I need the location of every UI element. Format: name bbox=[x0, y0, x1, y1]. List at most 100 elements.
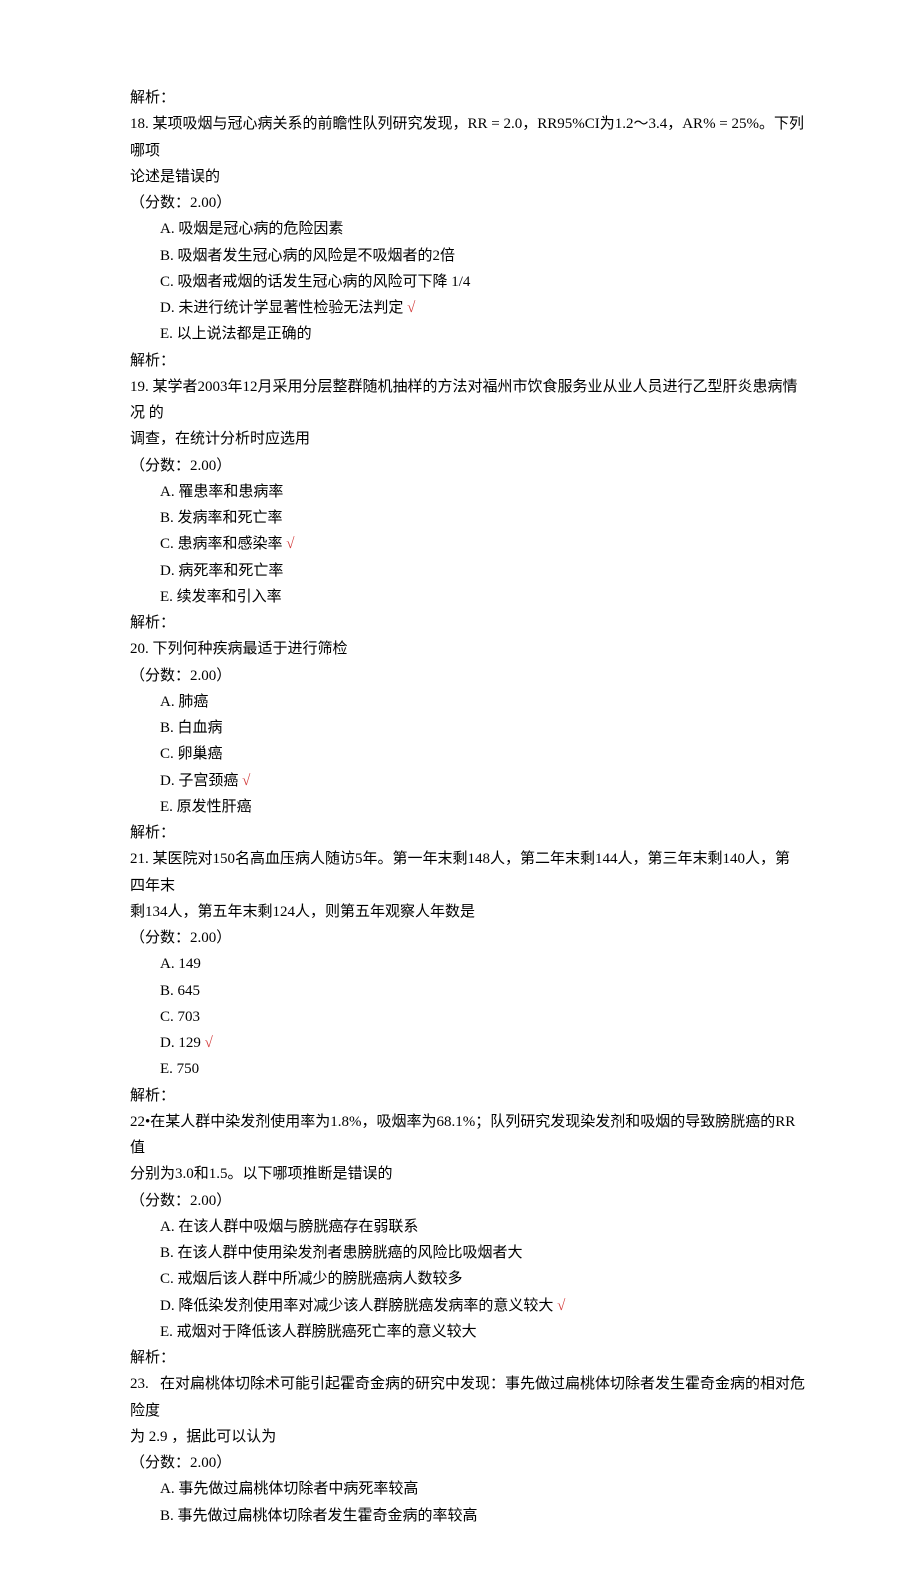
answer-option: A. 事先做过扁桃体切除者中病死率较高 bbox=[130, 1476, 805, 1502]
option-text: 发病率和死亡率 bbox=[178, 510, 283, 526]
answer-option: B. 发病率和死亡率 bbox=[130, 505, 805, 531]
answer-option: A. 在该人群中吸烟与膀胱癌存在弱联系 bbox=[130, 1214, 805, 1240]
option-letter: A. bbox=[160, 956, 178, 972]
option-letter: C. bbox=[160, 746, 178, 762]
analysis-label: 解析： bbox=[130, 1083, 805, 1109]
option-letter: D. bbox=[160, 773, 178, 789]
option-letter: B. bbox=[160, 1508, 178, 1524]
answer-option: B. 在该人群中使用染发剂者患膀胱癌的风险比吸烟者大 bbox=[130, 1240, 805, 1266]
option-letter: B. bbox=[160, 983, 178, 999]
answer-option: B. 白血病 bbox=[130, 715, 805, 741]
option-text: 事先做过扁桃体切除者发生霍奇金病的率较高 bbox=[178, 1508, 478, 1524]
score-label: （分数：2.00） bbox=[130, 453, 805, 479]
option-text: 子宫颈癌 bbox=[178, 773, 238, 789]
answer-option: E. 原发性肝癌 bbox=[130, 794, 805, 820]
option-text: 戒烟后该人群中所减少的膀胱癌病人数较多 bbox=[178, 1271, 463, 1287]
analysis-label: 解析： bbox=[130, 610, 805, 636]
option-letter: E. bbox=[160, 589, 177, 605]
question-stem: 分别为3.0和1.5。以下哪项推断是错误的 bbox=[130, 1161, 805, 1187]
answer-option: D. 病死率和死亡率 bbox=[130, 558, 805, 584]
answer-option: E. 续发率和引入率 bbox=[130, 584, 805, 610]
score-label: （分数：2.00） bbox=[130, 663, 805, 689]
answer-option: E. 戒烟对于降低该人群膀胱癌死亡率的意义较大 bbox=[130, 1319, 805, 1345]
option-text: 降低染发剂使用率对减少该人群膀胱癌发病率的意义较大 bbox=[178, 1298, 553, 1314]
option-letter: E. bbox=[160, 1061, 177, 1077]
question-stem: 20. 下列何种疾病最适于进行筛检 bbox=[130, 636, 805, 662]
answer-option: A. 罹患率和患病率 bbox=[130, 479, 805, 505]
score-label: （分数：2.00） bbox=[130, 1188, 805, 1214]
option-text: 事先做过扁桃体切除者中病死率较高 bbox=[178, 1481, 418, 1497]
answer-option: D. 子宫颈癌 √ bbox=[130, 768, 805, 794]
answer-option: D. 129 √ bbox=[130, 1030, 805, 1056]
option-text: 149 bbox=[178, 956, 201, 972]
answer-option: E. 750 bbox=[130, 1056, 805, 1082]
option-letter: C. bbox=[160, 536, 178, 552]
score-label: （分数：2.00） bbox=[130, 190, 805, 216]
option-letter: B. bbox=[160, 1245, 178, 1261]
answer-option: E. 以上说法都是正确的 bbox=[130, 321, 805, 347]
answer-option: B. 事先做过扁桃体切除者发生霍奇金病的率较高 bbox=[130, 1503, 805, 1529]
correct-mark-icon: √ bbox=[553, 1298, 565, 1314]
option-text: 续发率和引入率 bbox=[177, 589, 282, 605]
option-text: 患病率和感染率 bbox=[178, 536, 283, 552]
option-letter: C. bbox=[160, 1271, 178, 1287]
answer-option: D. 未进行统计学显著性检验无法判定 √ bbox=[130, 295, 805, 321]
option-letter: B. bbox=[160, 248, 178, 264]
option-text: 在该人群中使用染发剂者患膀胱癌的风险比吸烟者大 bbox=[178, 1245, 523, 1261]
option-letter: D. bbox=[160, 1035, 178, 1051]
question-stem: 剩134人，第五年末剩124人，则第五年观察人年数是 bbox=[130, 899, 805, 925]
question-stem: 21. 某医院对150名高血压病人随访5年。第一年末剩148人，第二年末剩144… bbox=[130, 846, 805, 899]
option-text: 吸烟是冠心病的危险因素 bbox=[178, 221, 343, 237]
option-letter: D. bbox=[160, 1298, 178, 1314]
answer-option: B. 吸烟者发生冠心病的风险是不吸烟者的2倍 bbox=[130, 243, 805, 269]
option-text: 卵巢癌 bbox=[178, 746, 223, 762]
option-text: 吸烟者发生冠心病的风险是不吸烟者的2倍 bbox=[178, 248, 456, 264]
option-letter: E. bbox=[160, 326, 177, 342]
question-stem: 论述是错误的 bbox=[130, 164, 805, 190]
correct-mark-icon: √ bbox=[201, 1035, 213, 1051]
analysis-label: 解析： bbox=[130, 820, 805, 846]
option-letter: C. bbox=[160, 1009, 178, 1025]
option-letter: B. bbox=[160, 510, 178, 526]
option-letter: A. bbox=[160, 221, 178, 237]
option-text: 129 bbox=[178, 1035, 201, 1051]
option-text: 白血病 bbox=[178, 720, 223, 736]
answer-option: C. 卵巢癌 bbox=[130, 741, 805, 767]
option-text: 以上说法都是正确的 bbox=[177, 326, 312, 342]
answer-option: B. 645 bbox=[130, 978, 805, 1004]
option-text: 戒烟对于降低该人群膀胱癌死亡率的意义较大 bbox=[177, 1324, 477, 1340]
option-text: 吸烟者戒烟的话发生冠心病的风险可下降 1/4 bbox=[178, 274, 471, 290]
option-letter: E. bbox=[160, 799, 177, 815]
option-text: 原发性肝癌 bbox=[177, 799, 252, 815]
answer-option: A. 肺癌 bbox=[130, 689, 805, 715]
option-text: 703 bbox=[178, 1009, 201, 1025]
score-label: （分数：2.00） bbox=[130, 925, 805, 951]
question-stem: 19. 某学者2003年12月采用分层整群随机抽样的方法对福州市饮食服务业从业人… bbox=[130, 374, 805, 427]
correct-mark-icon: √ bbox=[403, 300, 415, 316]
option-letter: A. bbox=[160, 1219, 178, 1235]
answer-option: C. 患病率和感染率 √ bbox=[130, 531, 805, 557]
option-letter: A. bbox=[160, 694, 178, 710]
answer-option: D. 降低染发剂使用率对减少该人群膀胱癌发病率的意义较大 √ bbox=[130, 1293, 805, 1319]
question-stem: 23. 在对扁桃体切除术可能引起霍奇金病的研究中发现：事先做过扁桃体切除者发生霍… bbox=[130, 1371, 805, 1424]
question-stem: 为 2.9 ，据此可以认为 bbox=[130, 1424, 805, 1450]
correct-mark-icon: √ bbox=[238, 773, 250, 789]
question-stem: 调查，在统计分析时应选用 bbox=[130, 426, 805, 452]
answer-option: A. 吸烟是冠心病的危险因素 bbox=[130, 216, 805, 242]
option-text: 645 bbox=[178, 983, 201, 999]
analysis-label: 解析： bbox=[130, 348, 805, 374]
question-stem: 22•在某人群中染发剂使用率为1.8%，吸烟率为68.1%；队列研究发现染发剂和… bbox=[130, 1109, 805, 1162]
option-text: 750 bbox=[177, 1061, 200, 1077]
score-label: （分数：2.00） bbox=[130, 1450, 805, 1476]
answer-option: A. 149 bbox=[130, 951, 805, 977]
option-letter: E. bbox=[160, 1324, 177, 1340]
analysis-label: 解析： bbox=[130, 85, 805, 111]
option-letter: B. bbox=[160, 720, 178, 736]
analysis-label: 解析： bbox=[130, 1345, 805, 1371]
question-stem: 18. 某项吸烟与冠心病关系的前瞻性队列研究发现，RR = 2.0，RR95%C… bbox=[130, 111, 805, 164]
option-letter: A. bbox=[160, 484, 178, 500]
answer-option: C. 戒烟后该人群中所减少的膀胱癌病人数较多 bbox=[130, 1266, 805, 1292]
option-text: 罹患率和患病率 bbox=[178, 484, 283, 500]
correct-mark-icon: √ bbox=[283, 536, 295, 552]
option-letter: C. bbox=[160, 274, 178, 290]
